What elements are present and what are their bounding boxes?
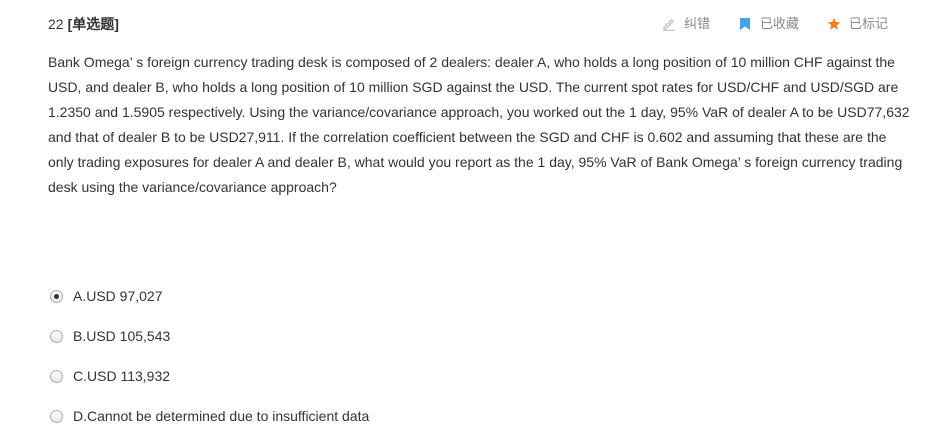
pencil-icon <box>662 19 675 31</box>
question-text: Bank Omega’ s foreign currency trading d… <box>48 54 910 195</box>
option-d[interactable]: D.Cannot be determined due to insufficie… <box>48 396 748 436</box>
option-d-radio[interactable] <box>50 409 63 423</box>
option-a[interactable]: A.USD 97,027 <box>48 276 748 316</box>
marked-button[interactable]: 已标记 <box>827 14 888 34</box>
question-number-value: 22 <box>48 16 64 32</box>
marked-label: 已标记 <box>848 16 888 31</box>
report-error-label: 纠错 <box>683 16 710 31</box>
option-c-radio[interactable] <box>50 369 63 383</box>
option-c-label: C.USD 113,932 <box>73 368 171 384</box>
option-b-radio[interactable] <box>50 329 63 343</box>
option-b-label: B.USD 105,543 <box>73 328 171 344</box>
question-header: 22 [单选题] 纠错 已收藏 已标记 <box>48 14 888 34</box>
option-c[interactable]: C.USD 113,932 <box>48 356 748 396</box>
option-b[interactable]: B.USD 105,543 <box>48 316 748 356</box>
question-card: 22 [单选题] 纠错 已收藏 已标记 Bank Omega’ s foreig… <box>0 0 933 433</box>
option-d-label: D.Cannot be determined due to insufficie… <box>73 408 370 424</box>
option-a-radio[interactable] <box>50 289 63 303</box>
star-icon <box>827 17 841 30</box>
question-actions: 纠错 已收藏 已标记 <box>634 14 888 34</box>
question-type-label: [单选题] <box>67 16 119 32</box>
bookmark-icon <box>739 18 750 30</box>
option-a-label: A.USD 97,027 <box>73 288 163 304</box>
favorited-label: 已收藏 <box>759 16 799 31</box>
report-error-button[interactable]: 纠错 <box>662 14 710 34</box>
answer-options: A.USD 97,027 B.USD 105,543 C.USD 113,932… <box>48 276 748 436</box>
favorited-button[interactable]: 已收藏 <box>738 14 799 34</box>
question-number: 22 [单选题] <box>48 14 119 34</box>
